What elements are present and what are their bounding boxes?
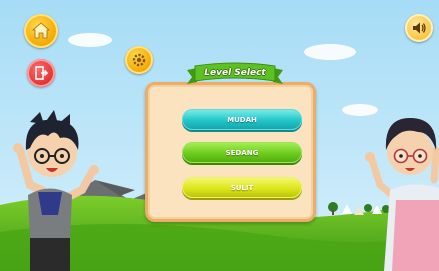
settings-gear-icon <box>132 53 146 67</box>
level-hard-button[interactable]: SULIT <box>182 177 302 198</box>
level-select-screen: Level Select MUDAH SEDANG SULIT <box>0 0 439 271</box>
home-button[interactable] <box>24 14 58 48</box>
settings-button[interactable] <box>125 46 153 74</box>
level-easy-button[interactable]: MUDAH <box>182 109 302 130</box>
level-medium-button[interactable]: SEDANG <box>182 142 302 163</box>
exit-button[interactable] <box>27 59 55 87</box>
exit-icon <box>35 66 49 80</box>
sound-toggle-button[interactable] <box>405 14 433 42</box>
speaker-icon <box>413 22 426 34</box>
home-icon <box>31 22 51 39</box>
panel-title: Level Select <box>204 68 266 78</box>
